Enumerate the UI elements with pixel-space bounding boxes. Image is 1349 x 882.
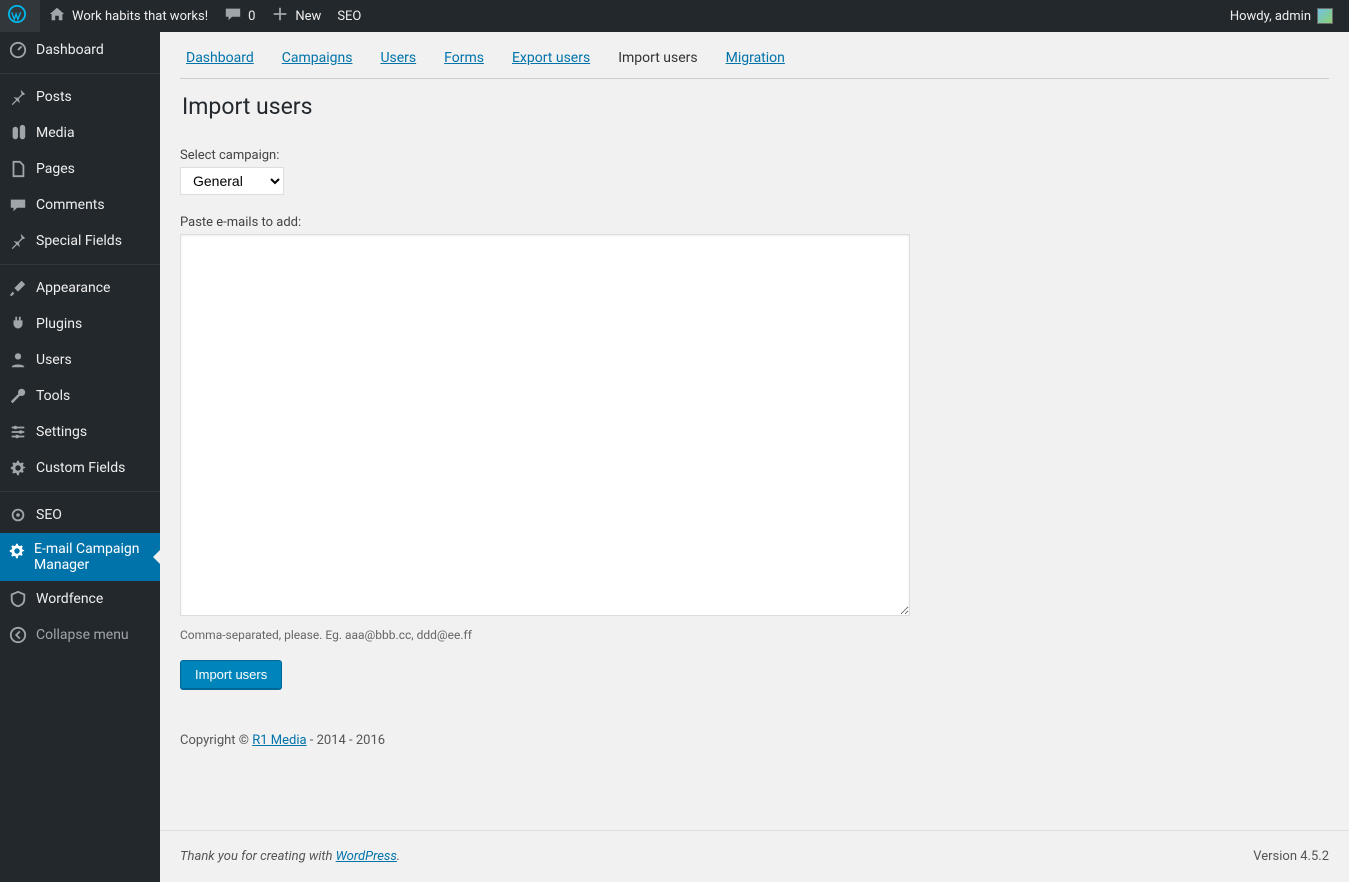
emails-field: Paste e-mails to add: Comma-separated, p… [180, 215, 1329, 642]
sidebar-item-label: Plugins [36, 315, 82, 333]
gear-icon [8, 458, 28, 478]
sidebar-item-plugins[interactable]: Plugins [0, 306, 160, 342]
media-icon [8, 123, 28, 143]
comment-icon [224, 5, 242, 27]
sidebar-item-label: Pages [36, 160, 75, 178]
sidebar-item-label: Media [36, 124, 75, 142]
footer-version: Version 4.5.2 [1253, 849, 1329, 864]
new-label: New [295, 9, 321, 24]
wrench-icon [8, 386, 28, 406]
tab-export-users[interactable]: Export users [512, 50, 590, 66]
sidebar-item-label: Collapse menu [36, 626, 129, 644]
sidebar-item-comments[interactable]: Comments [0, 187, 160, 223]
plug-icon [8, 314, 28, 334]
home-icon [48, 5, 66, 27]
collapse-icon [8, 625, 28, 645]
new-link[interactable]: New [263, 0, 329, 32]
admin-sidebar: Dashboard Posts Media Pages Comments Special … [0, 32, 160, 882]
sub-nav: Dashboard Campaigns Users Forms Export users… [180, 42, 1329, 79]
footer-wordpress-link[interactable]: WordPress [336, 849, 397, 864]
tab-import-users[interactable]: Import users [618, 50, 697, 66]
plus-icon [271, 5, 289, 27]
sidebar-item-label: Comments [36, 196, 105, 214]
tab-campaigns[interactable]: Campaigns [282, 50, 353, 66]
sidebar-item-custom-fields[interactable]: Custom Fields [0, 450, 160, 486]
sidebar-item-e-mail-campaign-manager[interactable]: E-mail Campaign Manager [0, 533, 160, 581]
site-link[interactable]: Work habits that works! [40, 0, 216, 32]
sidebar-item-wordfence[interactable]: Wordfence [0, 581, 160, 617]
import-users-button[interactable]: Import users [180, 660, 282, 689]
emails-textarea[interactable] [180, 234, 910, 616]
emails-hint: Comma-separated, please. Eg. aaa@bbb.cc,… [180, 628, 1329, 642]
tab-users[interactable]: Users [380, 50, 416, 66]
pin-icon [8, 87, 28, 107]
wordpress-icon [8, 5, 26, 27]
sidebar-item-pages[interactable]: Pages [0, 151, 160, 187]
seo-label: SEO [337, 9, 361, 24]
shield-icon [8, 589, 28, 609]
comments-count: 0 [248, 9, 255, 24]
tab-migration[interactable]: Migration [726, 50, 785, 66]
comments-link[interactable]: 0 [216, 0, 263, 32]
sidebar-item-label: Dashboard [36, 41, 104, 59]
sidebar-item-collapse-menu[interactable]: Collapse menu [0, 617, 160, 653]
gear-icon [8, 541, 26, 561]
sidebar-item-appearance[interactable]: Appearance [0, 270, 160, 306]
site-title: Work habits that works! [72, 9, 208, 24]
copyright-suffix: - 2014 - 2016 [307, 733, 386, 748]
admin-bar-right: Howdy, admin [1222, 0, 1349, 32]
sidebar-item-label: Tools [36, 387, 70, 405]
sidebar-item-label: Posts [36, 88, 72, 106]
sidebar-item-posts[interactable]: Posts [0, 79, 160, 115]
admin-bar: Work habits that works! 0 New SEO Howdy,… [0, 0, 1349, 32]
page-wrap: Dashboard Campaigns Users Forms Export users… [160, 32, 1349, 800]
admin-bar-left: Work habits that works! 0 New SEO [0, 0, 369, 32]
sidebar-item-label: Appearance [36, 279, 110, 297]
footer-thanks: Thank you for creating with WordPress. [180, 849, 400, 864]
tab-forms[interactable]: Forms [444, 50, 484, 66]
page-icon [8, 159, 28, 179]
emails-label: Paste e-mails to add: [180, 215, 1329, 230]
seo-link[interactable]: SEO [329, 0, 369, 32]
admin-menu: Dashboard Posts Media Pages Comments Special … [0, 32, 160, 653]
sidebar-item-label: Custom Fields [36, 459, 125, 477]
sidebar-item-special-fields[interactable]: Special Fields [0, 223, 160, 259]
page-title: Import users [182, 93, 1329, 120]
sidebar-item-label: E-mail Campaign Manager [34, 541, 152, 573]
howdy-text: Howdy, admin [1230, 9, 1311, 24]
comment-icon [8, 195, 28, 215]
select-campaign-field: Select campaign: General [180, 148, 1329, 215]
copyright-link[interactable]: R1 Media [252, 733, 306, 748]
footer-thanks-prefix: Thank you for creating with [180, 849, 336, 864]
sidebar-item-users[interactable]: Users [0, 342, 160, 378]
dashboard-icon [8, 40, 28, 60]
sidebar-item-tools[interactable]: Tools [0, 378, 160, 414]
sidebar-item-label: SEO [36, 506, 62, 524]
pin-icon [8, 231, 28, 251]
sidebar-item-media[interactable]: Media [0, 115, 160, 151]
brush-icon [8, 278, 28, 298]
campaign-select[interactable]: General [180, 167, 284, 195]
tab-dashboard[interactable]: Dashboard [186, 50, 254, 66]
sidebar-item-dashboard[interactable]: Dashboard [0, 32, 160, 68]
avatar [1317, 8, 1333, 24]
user-icon [8, 350, 28, 370]
footer-thanks-suffix: . [397, 849, 400, 864]
content-area: Dashboard Campaigns Users Forms Export users… [160, 32, 1349, 882]
wp-footer: Thank you for creating with WordPress. V… [160, 830, 1349, 882]
seo-icon [8, 505, 28, 525]
sidebar-item-label: Settings [36, 423, 87, 441]
wp-logo[interactable] [0, 0, 40, 32]
account-link[interactable]: Howdy, admin [1222, 0, 1341, 32]
sidebar-item-label: Wordfence [36, 590, 103, 608]
sidebar-item-label: Special Fields [36, 232, 122, 250]
sidebar-item-seo[interactable]: SEO [0, 497, 160, 533]
sidebar-item-settings[interactable]: Settings [0, 414, 160, 450]
sidebar-item-label: Users [36, 351, 72, 369]
copyright: Copyright © R1 Media - 2014 - 2016 [180, 733, 1329, 748]
select-campaign-label: Select campaign: [180, 148, 1329, 163]
sliders-icon [8, 422, 28, 442]
copyright-prefix: Copyright © [180, 733, 252, 748]
